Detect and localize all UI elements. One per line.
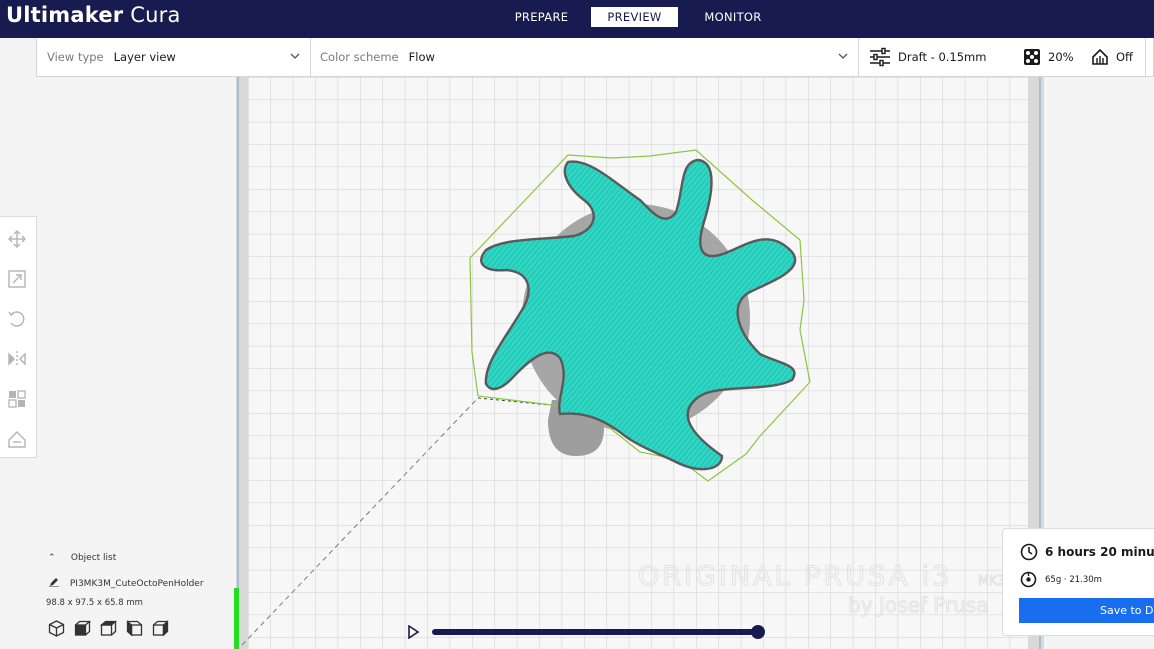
view-top-icon[interactable]: [100, 620, 117, 637]
view-front-icon[interactable]: [74, 620, 91, 637]
infill-value: 20%: [1048, 50, 1074, 64]
settings-sliders-icon: [870, 47, 890, 67]
support-value: Off: [1116, 50, 1133, 64]
3d-viewport[interactable]: ORIGINAL PRUSA i3 MK3 by Josef Prusa: [236, 77, 1044, 649]
infill-indicator[interactable]: 20%: [1023, 38, 1074, 76]
tab-preview[interactable]: PREVIEW: [591, 7, 678, 27]
infill-icon: [1024, 49, 1040, 65]
color-scheme-label: Color scheme: [320, 50, 399, 64]
object-list-header[interactable]: ⌃ Object list: [46, 553, 116, 563]
svg-text:ORIGINAL PRUSA i3: ORIGINAL PRUSA i3: [638, 561, 952, 592]
object-list-item[interactable]: PI3MK3M_CuteOctoPenHolder: [46, 577, 204, 589]
print-settings-button[interactable]: Draft - 0.15mm: [869, 38, 986, 76]
color-scheme-value: Flow: [408, 50, 435, 64]
view-toolbar: View type Layer view Color scheme Flow D…: [36, 38, 1154, 77]
view-type-value: Layer view: [113, 50, 176, 64]
chevron-up-icon: ⌃: [48, 553, 56, 563]
view-type-dropdown[interactable]: View type Layer view: [47, 38, 176, 76]
print-time: 6 hours 20 minutes: [1045, 545, 1154, 559]
app-header: Ultimaker Cura PREPARE PREVIEW MONITOR: [0, 0, 1154, 38]
support-blocker-icon[interactable]: [7, 429, 27, 449]
play-icon[interactable]: [406, 625, 420, 639]
clock-icon: [1020, 543, 1038, 561]
tab-prepare[interactable]: PREPARE: [498, 7, 585, 27]
spool-icon: [1020, 571, 1037, 588]
app-logo: Ultimaker Cura: [6, 3, 181, 27]
view-3d-icon[interactable]: [48, 620, 65, 637]
object-name: PI3MK3M_CuteOctoPenHolder: [69, 579, 204, 589]
view-right-icon[interactable]: [152, 620, 169, 637]
divider: [1145, 38, 1146, 76]
profile-value: Draft - 0.15mm: [898, 50, 987, 64]
save-to-disk-button[interactable]: Save to Disk: [1019, 598, 1154, 623]
divider: [310, 38, 311, 76]
rotate-icon[interactable]: [7, 309, 27, 329]
view-type-label: View type: [47, 50, 104, 64]
view-left-icon[interactable]: [126, 620, 143, 637]
tab-monitor[interactable]: MONITOR: [684, 7, 782, 27]
pencil-icon: [49, 578, 59, 588]
svg-text:by Josef Prusa: by Josef Prusa: [848, 593, 988, 617]
support-icon: [1092, 48, 1108, 65]
scale-icon[interactable]: [7, 269, 27, 289]
material-usage: 65g · 21.30m: [1045, 575, 1102, 585]
layer-indicator: [234, 588, 239, 649]
divider: [858, 38, 859, 76]
print-info-panel: 6 hours 20 minutes 65g · 21.30m Save to …: [1002, 528, 1154, 636]
chevron-down-icon[interactable]: [290, 51, 300, 61]
move-icon[interactable]: [7, 229, 27, 249]
color-scheme-dropdown[interactable]: Color scheme Flow: [320, 38, 435, 76]
per-model-settings-icon[interactable]: [7, 389, 27, 409]
tool-panel: [0, 216, 37, 458]
chevron-down-icon[interactable]: [838, 51, 848, 61]
support-indicator[interactable]: Off: [1091, 38, 1133, 76]
stage-tabs: PREPARE PREVIEW MONITOR: [498, 7, 782, 27]
camera-views: [48, 620, 169, 637]
layer-path-slider[interactable]: [432, 629, 758, 635]
mirror-icon[interactable]: [7, 349, 27, 369]
object-dimensions: 98.8 x 97.5 x 65.8 mm: [46, 598, 143, 608]
slider-handle[interactable]: [751, 625, 765, 639]
